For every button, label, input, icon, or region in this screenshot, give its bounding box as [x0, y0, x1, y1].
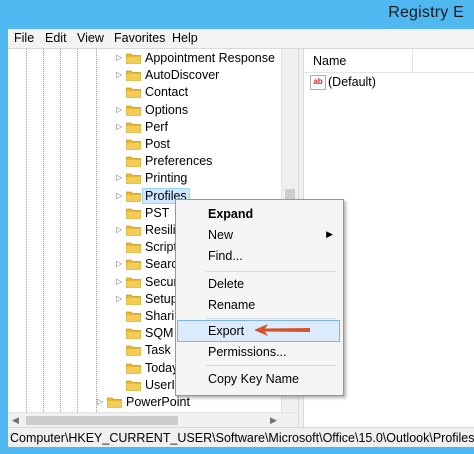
menu-edit[interactable]: Edit [45, 31, 67, 45]
expand-arrow-icon[interactable]: ▷ [116, 294, 124, 303]
title-bar[interactable]: Registry E [0, 0, 474, 29]
registry-editor-window: Registry E File Edit View Favorites Help… [0, 0, 474, 454]
tree-guide-line [60, 49, 61, 412]
string-value-icon: ab [310, 75, 326, 90]
folder-icon [126, 344, 141, 357]
expand-arrow-icon[interactable]: ▷ [116, 191, 124, 200]
tree-item-label: Preferences [145, 154, 213, 169]
context-menu: Expand New ▶ Find... Delete Rename Export… [175, 199, 344, 396]
folder-icon [126, 86, 141, 99]
scroll-left-icon[interactable]: ◀ [12, 415, 19, 426]
status-path: Computer\HKEY_CURRENT_USER\Software\Micr… [10, 431, 474, 445]
value-name: (Default) [328, 75, 376, 89]
folder-icon [126, 258, 141, 271]
tree-guide-line [43, 49, 44, 412]
menu-view[interactable]: View [77, 31, 104, 45]
expand-arrow-icon[interactable]: ▷ [116, 277, 124, 286]
folder-icon [126, 69, 141, 82]
expand-arrow-icon[interactable]: ▷ [116, 225, 124, 234]
scroll-right-icon[interactable]: ▶ [270, 415, 277, 426]
menu-separator [206, 271, 336, 272]
folder-icon [126, 155, 141, 168]
column-divider[interactable] [412, 49, 413, 72]
expand-arrow-icon[interactable]: ▷ [116, 70, 124, 79]
expand-arrow-icon[interactable]: ▷ [97, 397, 105, 406]
menu-bar: File Edit View Favorites Help [8, 29, 474, 48]
folder-icon [126, 138, 141, 150]
menu-item-expand[interactable]: Expand [178, 204, 339, 224]
window-bottom-frame [0, 447, 474, 454]
tree-item-label: Appointment Response [145, 51, 275, 65]
folder-icon [126, 276, 141, 288]
folder-icon [126, 104, 141, 116]
annotation-arrow-icon [254, 324, 310, 336]
expand-arrow-icon[interactable]: ▷ [116, 173, 124, 182]
menu-favorites[interactable]: Favorites [114, 31, 165, 45]
menu-item-find[interactable]: Find... [178, 246, 339, 266]
folder-icon [126, 310, 141, 322]
folder-icon [126, 172, 141, 185]
tree-item-label: Options [145, 102, 189, 117]
tree-guide-line [77, 49, 78, 412]
menu-item-copy-key-name[interactable]: Copy Key Name [178, 369, 339, 389]
menu-item-rename[interactable]: Rename [178, 295, 339, 315]
tree-item-label: Printing [145, 171, 188, 186]
folder-icon [126, 362, 141, 374]
tree-item-label: AutoDiscover [145, 68, 220, 83]
menu-separator [206, 318, 336, 319]
expand-arrow-icon[interactable]: ▷ [116, 122, 124, 131]
tree-item-label: Task [145, 343, 171, 358]
expand-arrow-icon[interactable]: ▷ [116, 53, 124, 62]
folder-icon [126, 293, 141, 305]
menu-item-permissions[interactable]: Permissions... [178, 342, 339, 362]
folder-icon [126, 224, 141, 236]
status-bar: Computer\HKEY_CURRENT_USER\Software\Micr… [8, 427, 474, 448]
tree-item-label: Contact [145, 85, 189, 100]
expand-arrow-icon[interactable]: ▷ [116, 105, 124, 114]
tree-guide-line [26, 49, 27, 412]
folder-icon [126, 52, 141, 64]
menu-file[interactable]: File [14, 31, 34, 45]
folder-icon [126, 379, 141, 391]
tree-item-label: Today [145, 360, 179, 375]
menu-item-new[interactable]: New ▶ [178, 225, 339, 245]
folder-icon [126, 190, 141, 202]
tree-guide-line [96, 49, 97, 412]
tree-item-label: PowerPoint [126, 395, 190, 409]
folder-icon [126, 327, 141, 340]
tree-item-label: Post [145, 137, 171, 151]
menu-separator [206, 365, 336, 366]
horizontal-scroll-thumb[interactable] [26, 416, 178, 425]
expand-arrow-icon[interactable]: ▷ [116, 259, 124, 268]
column-header-label: Name [313, 54, 347, 68]
tree-item-label: SQM [145, 326, 174, 341]
menu-help[interactable]: Help [172, 31, 198, 45]
column-header-name[interactable]: Name [304, 49, 474, 73]
folder-icon [126, 207, 141, 219]
menu-item-delete[interactable]: Delete [178, 274, 339, 294]
submenu-arrow-icon: ▶ [326, 229, 333, 239]
folder-icon [126, 121, 141, 133]
tree-item-label: Setup [145, 291, 178, 306]
folder-icon [107, 396, 122, 408]
tree-horizontal-scrollbar[interactable]: ◀ ▶ [8, 412, 298, 428]
folder-icon [126, 241, 141, 254]
tree-item-label: PST [145, 205, 170, 220]
window-title: Registry E [388, 4, 464, 21]
tree-item-label: Perf [145, 119, 168, 134]
